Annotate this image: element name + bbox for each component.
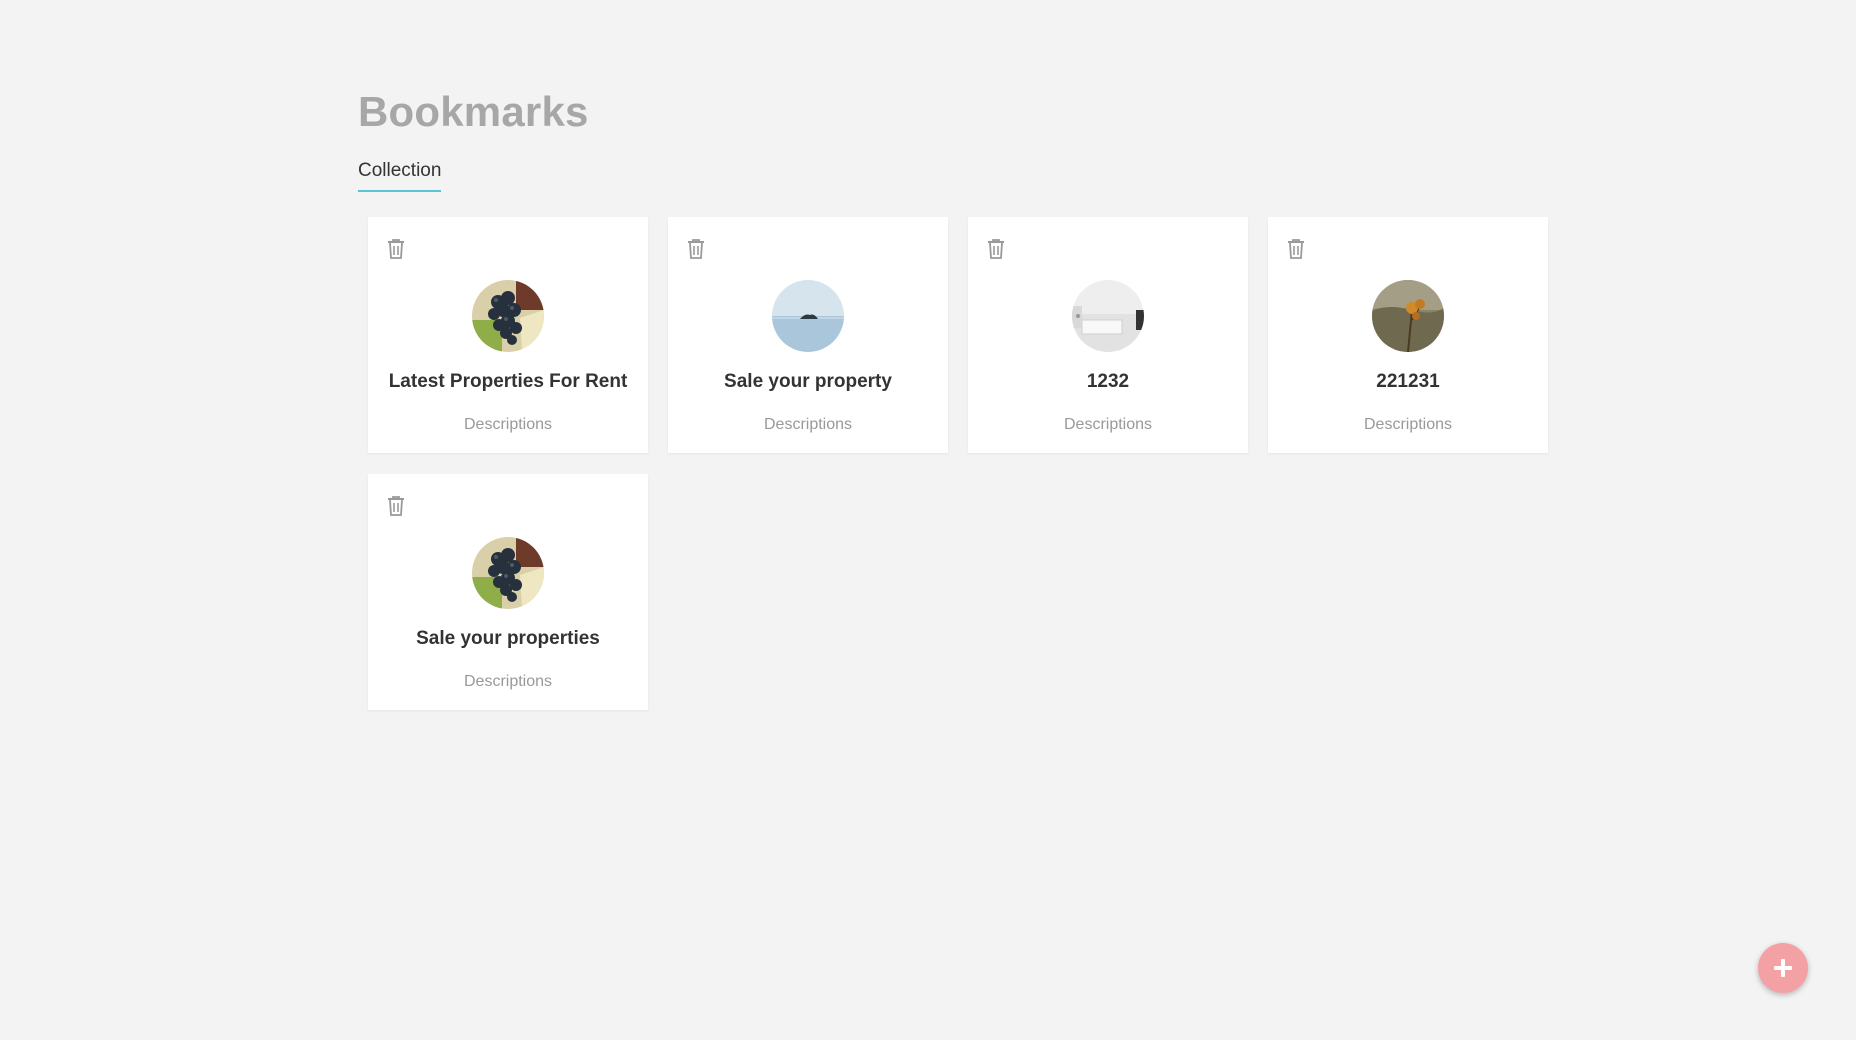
bookmark-title: 221231 [1376,371,1440,392]
bookmark-card[interactable]: Latest Properties For Rent Descriptions [368,217,648,453]
trash-icon[interactable] [1287,238,1305,260]
trash-icon[interactable] [387,495,405,517]
bookmark-description: Descriptions [463,416,553,433]
trash-icon[interactable] [687,238,705,260]
bookmark-title: Sale your property [724,371,892,392]
bookmark-description: Descriptions [463,673,553,690]
bookmark-title: Sale your properties [416,628,600,649]
bookmark-card[interactable]: Sale your property Descriptions [668,217,948,453]
page-title: Bookmarks [358,88,589,135]
bookmark-description: Descriptions [1063,416,1153,433]
bookmark-title: 1232 [1086,371,1130,392]
bookmark-thumbnail [1072,280,1144,352]
add-bookmark-button[interactable] [1758,943,1808,993]
bookmark-thumbnail [772,280,844,352]
bookmark-card[interactable]: 1232 Descriptions [968,217,1248,453]
bookmark-thumbnail [472,280,544,352]
bookmark-card[interactable]: 221231 Descriptions [1268,217,1548,453]
bookmark-description: Descriptions [763,416,853,433]
trash-icon[interactable] [987,238,1005,260]
bookmark-description: Descriptions [1363,416,1453,433]
bookmark-thumbnail [472,537,544,609]
trash-icon[interactable] [387,238,405,260]
bookmark-thumbnail [1372,280,1444,352]
tab-collection[interactable]: Collection [358,160,442,192]
bookmark-card[interactable]: Sale your properties Descriptions [368,474,648,710]
bookmark-title: Latest Properties For Rent [388,371,628,392]
